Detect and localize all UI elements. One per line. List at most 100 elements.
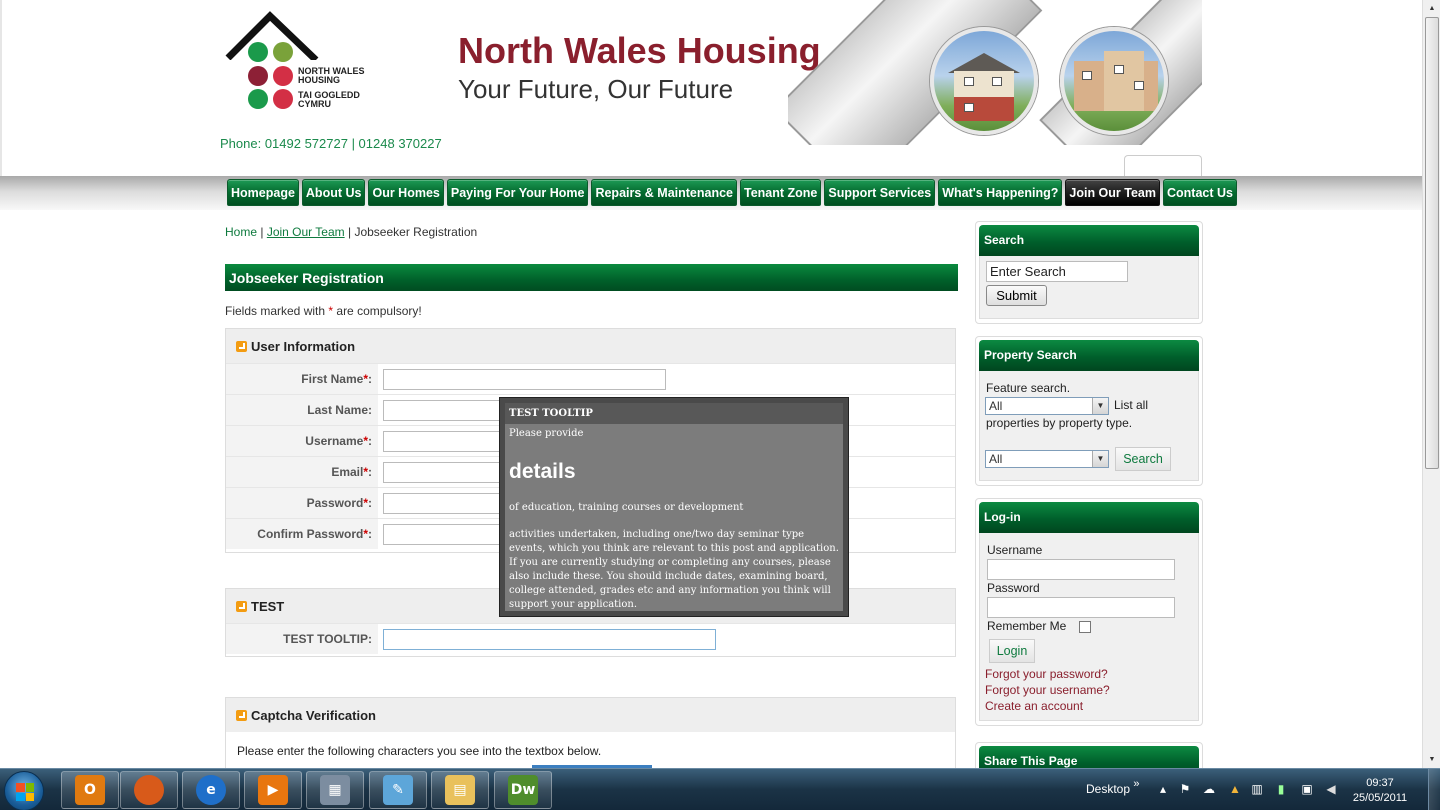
nav-item-homepage[interactable]: Homepage — [227, 179, 299, 206]
windows-logo-icon — [16, 783, 34, 801]
property-type-select[interactable]: All ▼ — [985, 450, 1109, 468]
legend-label: TEST — [251, 598, 285, 614]
remember-me-label: Remember Me — [987, 619, 1067, 633]
nav-item-paying[interactable]: Paying For Your Home — [446, 179, 589, 206]
nav-item-about-us[interactable]: About Us — [301, 179, 366, 206]
network-icon[interactable]: ▣ — [1300, 782, 1314, 796]
internet-explorer-icon: e — [196, 775, 226, 805]
show-desktop-button[interactable] — [1428, 769, 1440, 810]
search-submit-button[interactable]: Submit — [986, 285, 1047, 306]
arrow-icon — [236, 340, 247, 352]
outlook-icon: O — [75, 775, 105, 805]
tooltip-text: of education, training courses or develo… — [509, 502, 744, 513]
fieldset-legend: Captcha Verification — [226, 698, 955, 732]
update-icon[interactable]: ▲ — [1228, 782, 1242, 796]
taskbar-app-button[interactable]: ▶ — [244, 771, 302, 809]
login-button[interactable]: Login — [989, 639, 1035, 663]
houses-banner — [788, 0, 1202, 145]
nav-item-contact-us[interactable]: Contact Us — [1162, 179, 1237, 206]
breadcrumb-current: Jobseeker Registration — [354, 225, 478, 239]
desktop-toolbar-label[interactable]: Desktop » — [1086, 778, 1140, 796]
breadcrumb-join-link[interactable]: Join Our Team — [267, 225, 345, 239]
taskbar-app-button[interactable]: ✎ — [369, 771, 427, 809]
scrollbar-thumb[interactable] — [1425, 17, 1439, 469]
site-tagline: Your Future, Our Future — [458, 74, 734, 104]
forgot-password-link[interactable]: Forgot your password? — [985, 667, 1108, 681]
field-label: Last Name: — [226, 395, 378, 425]
forgot-username-link[interactable]: Forgot your username? — [985, 683, 1110, 697]
search-module: Search Enter Search Submit — [975, 221, 1203, 324]
site-logo[interactable]: NORTH WALES HOUSING TAI GOGLEDD CYMRU — [220, 10, 380, 120]
taskbar-app-button[interactable]: ▦ — [306, 771, 364, 809]
breadcrumb-home-link[interactable]: Home — [225, 225, 257, 239]
taskbar-app-button[interactable]: ▤ — [431, 771, 489, 809]
explorer-folder-icon: ▤ — [445, 775, 475, 805]
tray-expand-icon[interactable]: ▴ — [1156, 782, 1170, 796]
field-label: Password *: — [226, 488, 378, 518]
username-input[interactable] — [383, 430, 503, 452]
required-note-text: are compulsory! — [336, 304, 422, 318]
form-row: TEST TOOLTIP: — [226, 623, 955, 654]
arrow-icon — [236, 709, 247, 721]
nav-item-repairs[interactable]: Repairs & Maintenance — [591, 179, 737, 206]
chevron-down-icon: ▼ — [1092, 451, 1108, 467]
nav-item-our-homes[interactable]: Our Homes — [368, 179, 444, 206]
network-signal-icon[interactable]: ▮ — [1274, 782, 1288, 796]
module-heading: Property Search — [979, 340, 1199, 371]
nav-item-tenant-zone[interactable]: Tenant Zone — [740, 179, 822, 206]
first-name-input[interactable] — [383, 368, 666, 390]
nav-item-support[interactable]: Support Services — [824, 179, 936, 206]
create-account-link[interactable]: Create an account — [985, 699, 1083, 713]
clock-time: 09:37 — [1366, 777, 1394, 789]
confirm-password-input[interactable] — [383, 523, 503, 545]
scroll-up-icon[interactable]: ▲ — [1423, 0, 1440, 17]
cloud-sync-icon[interactable]: ☁ — [1202, 782, 1216, 796]
system-clock[interactable]: 09:37 25/05/2011 — [1352, 776, 1408, 806]
tooltip-paragraph: activities undertaken, including one/two… — [509, 529, 839, 610]
nav-item-whats-happening[interactable]: What's Happening? — [938, 179, 1063, 206]
logo-dot — [273, 42, 293, 62]
login-username-input[interactable] — [987, 559, 1175, 580]
email-input[interactable] — [383, 461, 503, 483]
test-tooltip-input[interactable] — [383, 628, 716, 650]
password-label: Password — [987, 581, 1040, 595]
field-label: TEST TOOLTIP: — [226, 624, 378, 654]
search-input[interactable]: Enter Search — [986, 261, 1128, 282]
header: NORTH WALES HOUSING TAI GOGLEDD CYMRU No… — [0, 0, 1422, 177]
field-label: First Name *: — [226, 364, 378, 394]
captcha-instruction: Please enter the following characters yo… — [237, 744, 602, 758]
action-center-flag-icon[interactable]: ⚑ — [1178, 782, 1192, 796]
vertical-scrollbar[interactable]: ▲ ▼ — [1422, 0, 1440, 768]
taskbar-app-button[interactable] — [120, 771, 178, 809]
feature-search-label: Feature search. — [986, 381, 1071, 395]
logo-dot — [273, 89, 293, 109]
list-all-label: List all — [1114, 398, 1149, 412]
captcha-fieldset: Captcha Verification Please enter the fo… — [225, 697, 956, 768]
breadcrumb: Home | Join Our Team | Jobseeker Registr… — [225, 225, 477, 239]
arrow-icon — [236, 600, 247, 612]
share-module: Share This Page — [975, 742, 1203, 768]
taskbar-app-button[interactable]: Dw — [494, 771, 552, 809]
remember-me-checkbox[interactable] — [1079, 621, 1091, 633]
property-search-button[interactable]: Search — [1115, 447, 1171, 471]
logo-dot — [248, 89, 268, 109]
tooltip-title: TEST TOOLTIP — [505, 403, 843, 424]
header-tab — [1124, 155, 1202, 177]
start-button[interactable] — [4, 771, 44, 810]
browser-viewport: NORTH WALES HOUSING TAI GOGLEDD CYMRU No… — [0, 0, 1422, 768]
password-input[interactable] — [383, 492, 503, 514]
required-note: Fields marked with * are compulsory! — [225, 304, 422, 318]
feature-select[interactable]: All ▼ — [985, 397, 1109, 415]
taskbar-app-button[interactable]: O — [61, 771, 119, 809]
dreamweaver-icon: Dw — [508, 775, 538, 805]
login-password-input[interactable] — [987, 597, 1175, 618]
device-icon[interactable]: ▥ — [1250, 782, 1264, 796]
chevron-down-icon: ▼ — [1092, 398, 1108, 414]
apartments-photo-image — [1060, 27, 1168, 135]
nav-item-join-our-team[interactable]: Join Our Team — [1065, 179, 1160, 206]
clock-date: 25/05/2011 — [1352, 792, 1408, 804]
last-name-input[interactable] — [383, 399, 503, 421]
taskbar-app-button[interactable]: e — [182, 771, 240, 809]
scroll-down-icon[interactable]: ▼ — [1423, 751, 1440, 768]
volume-muted-icon[interactable]: ◀ — [1324, 782, 1338, 796]
